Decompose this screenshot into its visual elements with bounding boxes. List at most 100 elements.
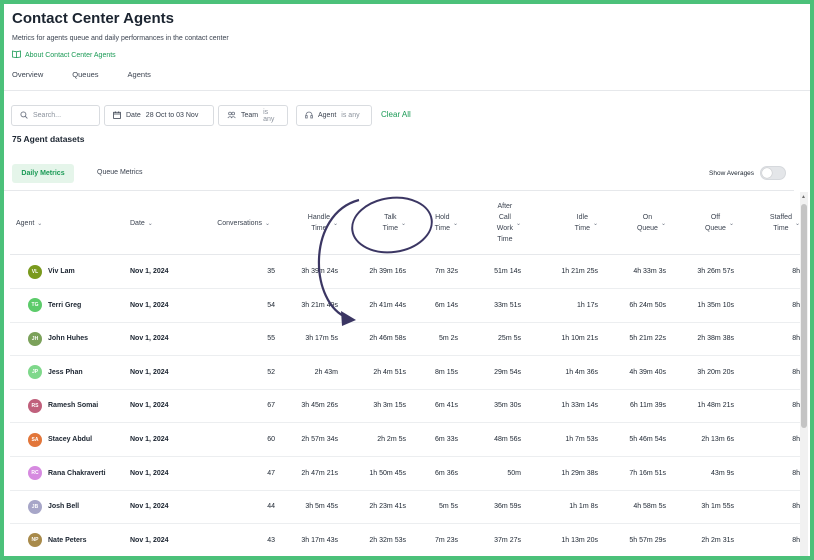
tab-daily-metrics[interactable]: Daily Metrics <box>12 164 74 183</box>
cell-handle: 3h 45m 26s <box>280 389 342 422</box>
cell-value: 6h 24m 50s <box>629 301 666 309</box>
tab-agents[interactable]: Agents <box>128 70 151 79</box>
cell-offqueue: 43m 9s <box>672 457 736 490</box>
cell-acw: 29m 54s <box>468 356 530 389</box>
cell-date: Nov 1, 2024 <box>130 524 192 556</box>
cell-value: 29m 54s <box>494 368 521 376</box>
cell-date: Nov 1, 2024 <box>130 423 192 456</box>
team-filter[interactable]: Team is any <box>218 105 288 126</box>
cell-idle: 1h 29m 38s <box>532 457 600 490</box>
table-row[interactable]: VL Viv Lam Nov 1, 2024 35 3h 39m 24s 2h 39m 1… <box>10 255 800 289</box>
cell-value: 2h 46m 58s <box>369 335 406 343</box>
column-header-idle[interactable]: Idle Time ⌄ <box>532 191 600 255</box>
column-header-line: Date <box>130 219 145 227</box>
cell-value: 8h <box>792 368 800 376</box>
cell-value: 3h 17m 5s <box>305 335 338 343</box>
scrollbar-thumb[interactable] <box>801 204 807 428</box>
cell-conversations: 44 <box>197 490 275 523</box>
cell-talk: 1h 50m 45s <box>348 457 410 490</box>
column-header-offqueue[interactable]: Off Queue ⌄ <box>672 191 736 255</box>
cell-value: 35 <box>267 268 275 275</box>
nav-divider <box>4 90 810 91</box>
cell-value: 6m 41s <box>435 402 458 410</box>
table-row[interactable]: RS Ramesh Somai Nov 1, 2024 67 3h 45m 26s 3h … <box>10 389 800 424</box>
cell-date: Nov 1, 2024 <box>130 289 192 322</box>
book-icon <box>12 50 21 60</box>
column-header-conversations[interactable]: Conversations ⌄ <box>197 191 275 255</box>
avatar: TG <box>28 298 42 313</box>
cell-acw: 36m 59s <box>468 490 530 523</box>
about-link[interactable]: About Contact Center Agents <box>12 50 116 60</box>
cell-value: 47 <box>267 469 275 477</box>
show-averages-toggle[interactable] <box>760 166 786 180</box>
cell-agent: JB Josh Bell <box>16 490 126 523</box>
tab-queue-metrics[interactable]: Queue Metrics <box>97 169 143 176</box>
table-row[interactable]: NP Nate Peters Nov 1, 2024 43 3h 17m 43s 2h 3… <box>10 524 800 556</box>
table-row[interactable]: JB Josh Bell Nov 1, 2024 44 3h 5m 45s 2h 23m … <box>10 490 800 525</box>
cell-value: 8m 15s <box>435 368 458 376</box>
cell-value: 48m 56s <box>494 436 521 443</box>
cell-offqueue: 1h 35m 10s <box>672 289 736 322</box>
sort-chevron-icon: ⌄ <box>400 220 406 227</box>
cell-value: 67 <box>267 402 275 410</box>
search-input[interactable]: Search... <box>11 105 100 126</box>
cell-idle: 1h 13m 20s <box>532 524 600 556</box>
sort-chevron-icon: ⌄ <box>515 220 521 227</box>
column-header-acw[interactable]: After Call Work Time ⌄ <box>468 191 530 255</box>
cell-offqueue: 3h 26m 57s <box>672 255 736 288</box>
cell-agent: JP Jess Phan <box>16 356 126 389</box>
scroll-up-arrow-icon[interactable]: ▲ <box>801 194 806 200</box>
table-row[interactable]: TG Terri Greg Nov 1, 2024 54 3h 21m 49s 2h 41… <box>10 289 800 323</box>
column-header-line: After <box>497 203 513 210</box>
cell-onqueue: 4h 39m 40s <box>604 356 668 389</box>
team-icon <box>227 111 236 121</box>
cell-value: 52 <box>267 368 275 376</box>
cell-agent: RS Ramesh Somai <box>16 389 126 422</box>
column-header-handle[interactable]: Handle Time ⌄ <box>280 191 342 255</box>
cell-offqueue: 3h 1m 55s <box>672 490 736 523</box>
cell-idle: 1h 7m 53s <box>532 423 600 456</box>
cell-value: 2h 4m 51s <box>373 368 406 376</box>
tab-overview[interactable]: Overview <box>12 70 43 79</box>
cell-hold: 7m 32s <box>414 255 466 288</box>
date-filter-value: 28 Oct to 03 Nov <box>145 112 199 119</box>
column-header-onqueue[interactable]: On Queue ⌄ <box>604 191 668 255</box>
cell-value: 6m 14s <box>435 301 458 309</box>
cell-value: 1h 13m 20s <box>561 536 598 544</box>
cell-value: 7h 16m 51s <box>629 469 666 477</box>
agent-filter[interactable]: Agent is any <box>296 105 372 126</box>
date-filter[interactable]: Date 28 Oct to 03 Nov <box>104 105 214 126</box>
table-row[interactable]: JH John Huhes Nov 1, 2024 55 3h 17m 5s 2h 46m… <box>10 322 800 357</box>
cell-handle: 2h 43m <box>280 356 342 389</box>
cell-hold: 6m 14s <box>414 289 466 322</box>
cell-value: 33m 51s <box>494 301 521 309</box>
column-header-hold[interactable]: Hold Time ⌄ <box>414 191 466 255</box>
clear-all-button[interactable]: Clear All <box>381 110 411 119</box>
column-header-date[interactable]: Date ⌄ <box>130 191 192 255</box>
column-header-agent[interactable]: Agent ⌄ <box>16 191 126 255</box>
cell-value: 2h 57m 34s <box>301 436 338 443</box>
cell-talk: 2h 46m 58s <box>348 322 410 355</box>
cell-handle: 3h 21m 49s <box>280 289 342 322</box>
column-header-staffed[interactable]: Staffed Time ⌄ <box>740 191 800 255</box>
cell-acw: 50m <box>468 457 530 490</box>
cell-value: 3h 21m 49s <box>301 301 338 309</box>
page-title: Contact Center Agents <box>12 10 174 27</box>
cell-value: 1h 35m 10s <box>697 301 734 309</box>
cell-value: 1h 4m 36s <box>565 368 598 376</box>
table-row[interactable]: JP Jess Phan Nov 1, 2024 52 2h 43m 2h 4m 51s 8… <box>10 356 800 390</box>
column-header-label: Hold Time <box>435 212 450 234</box>
cell-handle: 3h 17m 5s <box>280 322 342 355</box>
tab-queues[interactable]: Queues <box>72 70 98 79</box>
cell-value: 1h 7m 53s <box>565 436 598 443</box>
column-header-talk[interactable]: Talk Time ⌄ <box>348 191 410 255</box>
sort-chevron-icon: ⌄ <box>264 220 270 227</box>
cell-value: 43m 9s <box>711 469 734 477</box>
main-nav: Overview Queues Agents <box>12 70 180 79</box>
cell-value: 3h 3m 15s <box>373 402 406 410</box>
table-row[interactable]: RC Rana Chakraverti Nov 1, 2024 47 2h 47m 21… <box>10 457 800 491</box>
cell-onqueue: 6h 11m 39s <box>604 389 668 422</box>
cell-value: 3h 26m 57s <box>697 268 734 275</box>
cell-value: 55 <box>267 335 275 343</box>
table-row[interactable]: SA Stacey Abdul Nov 1, 2024 60 2h 57m 34s 2h … <box>10 423 800 457</box>
